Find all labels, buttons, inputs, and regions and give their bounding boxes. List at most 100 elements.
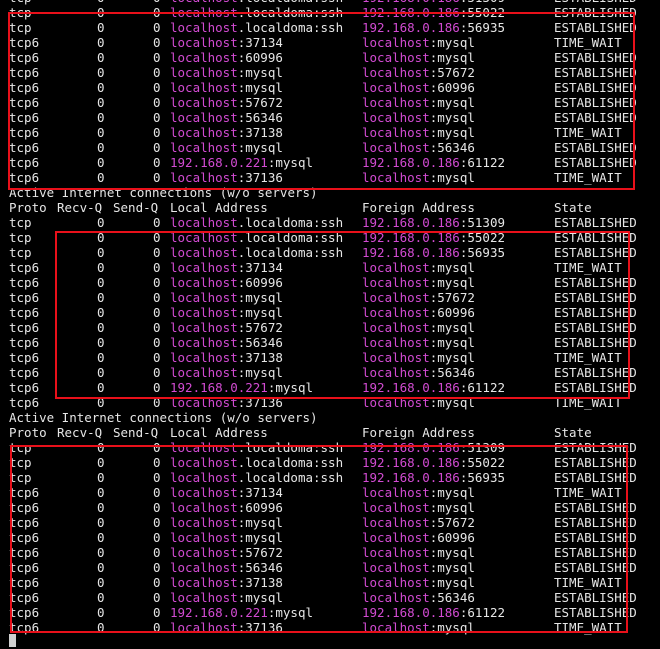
local-host: localhost xyxy=(170,245,238,260)
foreign-address-cell: localhost:mysql xyxy=(362,485,475,500)
send-q-cell: 0 xyxy=(153,365,161,380)
local-address-cell: localhost:mysql xyxy=(170,530,283,545)
send-q-cell: 0 xyxy=(153,455,161,470)
send-q-cell: 0 xyxy=(153,155,161,170)
connection-row: tcp6 0 0 localhost:56346 localhost:mysql ESTA… xyxy=(0,110,660,125)
local-port: :37136 xyxy=(237,395,283,410)
state-cell: TIME_WAIT xyxy=(554,350,622,365)
local-host: localhost xyxy=(170,560,238,575)
foreign-address-cell: localhost:60996 xyxy=(362,305,475,320)
local-address-cell: localhost.localdoma:ssh xyxy=(170,245,343,260)
proto-cell: tcp6 xyxy=(9,500,40,515)
proto-cell: tcp6 xyxy=(9,605,40,620)
local-host: localhost xyxy=(170,215,238,230)
local-host: localhost xyxy=(170,455,238,470)
send-q-cell: 0 xyxy=(153,260,161,275)
proto-cell: tcp6 xyxy=(9,530,40,545)
send-q-cell: 0 xyxy=(153,320,161,335)
foreign-port: :mysql xyxy=(429,545,475,560)
local-address-cell: localhost:60996 xyxy=(170,500,283,515)
local-host: localhost xyxy=(170,620,238,635)
local-port: :60996 xyxy=(237,50,283,65)
proto-cell: tcp6 xyxy=(9,575,40,590)
state-cell: ESTABLISHED xyxy=(554,380,637,395)
proto-cell: tcp6 xyxy=(9,290,40,305)
connection-row: tcp6 0 0 192.168.0.221:mysql 192.168.0.186:6… xyxy=(0,155,660,170)
connection-row: tcp6 0 0 localhost:37138 localhost:mysql TIME… xyxy=(0,125,660,140)
foreign-port: :mysql xyxy=(429,620,475,635)
foreign-address-cell: localhost:60996 xyxy=(362,530,475,545)
column-header-row: Proto Recv-Q Send-Q Local Address Foreign Ad… xyxy=(0,200,660,215)
state-cell: ESTABLISHED xyxy=(554,455,637,470)
connection-row: tcp6 0 0 localhost:57672 localhost:mysql ESTA… xyxy=(0,320,660,335)
local-address-cell: localhost:37134 xyxy=(170,485,283,500)
local-port: :mysql xyxy=(237,140,283,155)
proto-cell: tcp6 xyxy=(9,350,40,365)
local-host: localhost xyxy=(170,530,238,545)
local-port: :mysql xyxy=(237,590,283,605)
local-port: :37136 xyxy=(237,170,283,185)
connection-row: tcp6 0 0 localhost:mysql localhost:57672 ESTA… xyxy=(0,515,660,530)
state-cell: ESTABLISHED xyxy=(554,140,637,155)
local-address-cell: localhost:56346 xyxy=(170,560,283,575)
local-host: localhost xyxy=(170,365,238,380)
foreign-port: :61122 xyxy=(459,155,505,170)
foreign-port: :mysql xyxy=(429,50,475,65)
foreign-port: :56935 xyxy=(459,470,505,485)
foreign-address-cell: 192.168.0.186:55022 xyxy=(362,230,505,245)
recv-q-cell: 0 xyxy=(97,380,105,395)
proto-cell: tcp6 xyxy=(9,110,40,125)
connection-row: tcp6 0 0 localhost:mysql localhost:60996 ESTA… xyxy=(0,305,660,320)
foreign-address-cell: localhost:mysql xyxy=(362,350,475,365)
send-q-cell: 0 xyxy=(153,65,161,80)
foreign-port: :mysql xyxy=(429,560,475,575)
recv-q-cell: 0 xyxy=(97,395,105,410)
column-header-local: Local Address xyxy=(170,200,268,215)
foreign-address-cell: localhost:mysql xyxy=(362,125,475,140)
proto-cell: tcp6 xyxy=(9,65,40,80)
foreign-address-cell: 192.168.0.186:56935 xyxy=(362,245,505,260)
foreign-port: :mysql xyxy=(429,485,475,500)
proto-cell: tcp6 xyxy=(9,125,40,140)
column-header-sendq: Send-Q xyxy=(113,425,159,440)
local-port: :57672 xyxy=(237,545,283,560)
recv-q-cell: 0 xyxy=(97,80,105,95)
local-port: :37138 xyxy=(237,125,283,140)
foreign-address-cell: localhost:57672 xyxy=(362,290,475,305)
column-header-recvq: Recv-Q xyxy=(57,200,103,215)
send-q-cell: 0 xyxy=(153,515,161,530)
local-port: .localdoma:ssh xyxy=(237,215,344,230)
foreign-port: :mysql xyxy=(429,335,475,350)
recv-q-cell: 0 xyxy=(97,65,105,80)
local-port: :mysql xyxy=(237,65,283,80)
recv-q-cell: 0 xyxy=(97,170,105,185)
local-port: .localdoma:ssh xyxy=(237,440,344,455)
recv-q-cell: 0 xyxy=(97,320,105,335)
proto-cell: tcp xyxy=(9,230,32,245)
foreign-host: localhost xyxy=(362,95,430,110)
foreign-port: :mysql xyxy=(429,395,475,410)
local-address-cell: localhost:mysql xyxy=(170,140,283,155)
recv-q-cell: 0 xyxy=(97,215,105,230)
foreign-address-cell: localhost:mysql xyxy=(362,620,475,635)
local-host: localhost xyxy=(170,230,238,245)
state-cell: ESTABLISHED xyxy=(554,65,637,80)
section-header-text: Active Internet connections (w/o servers… xyxy=(9,185,318,200)
foreign-host: localhost xyxy=(362,590,430,605)
local-address-cell: 192.168.0.221:mysql xyxy=(170,155,313,170)
send-q-cell: 0 xyxy=(153,20,161,35)
send-q-cell: 0 xyxy=(153,125,161,140)
foreign-address-cell: localhost:mysql xyxy=(362,95,475,110)
proto-cell: tcp6 xyxy=(9,590,40,605)
state-cell: TIME_WAIT xyxy=(554,575,622,590)
foreign-port: :mysql xyxy=(429,575,475,590)
send-q-cell: 0 xyxy=(153,500,161,515)
recv-q-cell: 0 xyxy=(97,95,105,110)
state-cell: ESTABLISHED xyxy=(554,20,637,35)
send-q-cell: 0 xyxy=(153,95,161,110)
local-host: localhost xyxy=(170,335,238,350)
local-port: :56346 xyxy=(237,560,283,575)
terminal-output: tcp 0 0 localhost.localdoma:ssh 192.168.0.18… xyxy=(0,0,660,635)
proto-cell: tcp6 xyxy=(9,515,40,530)
state-cell: ESTABLISHED xyxy=(554,245,637,260)
